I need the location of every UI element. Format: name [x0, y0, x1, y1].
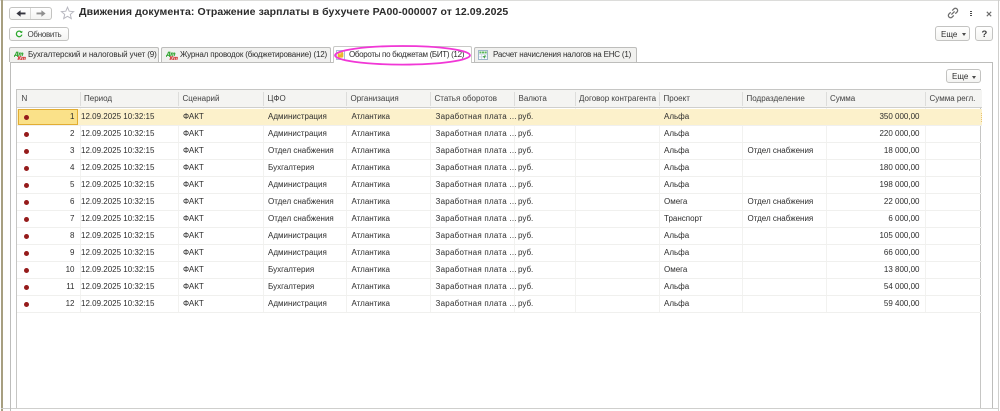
svg-text:Кт: Кт [18, 55, 26, 60]
svg-text:Кт: Кт [170, 55, 178, 60]
